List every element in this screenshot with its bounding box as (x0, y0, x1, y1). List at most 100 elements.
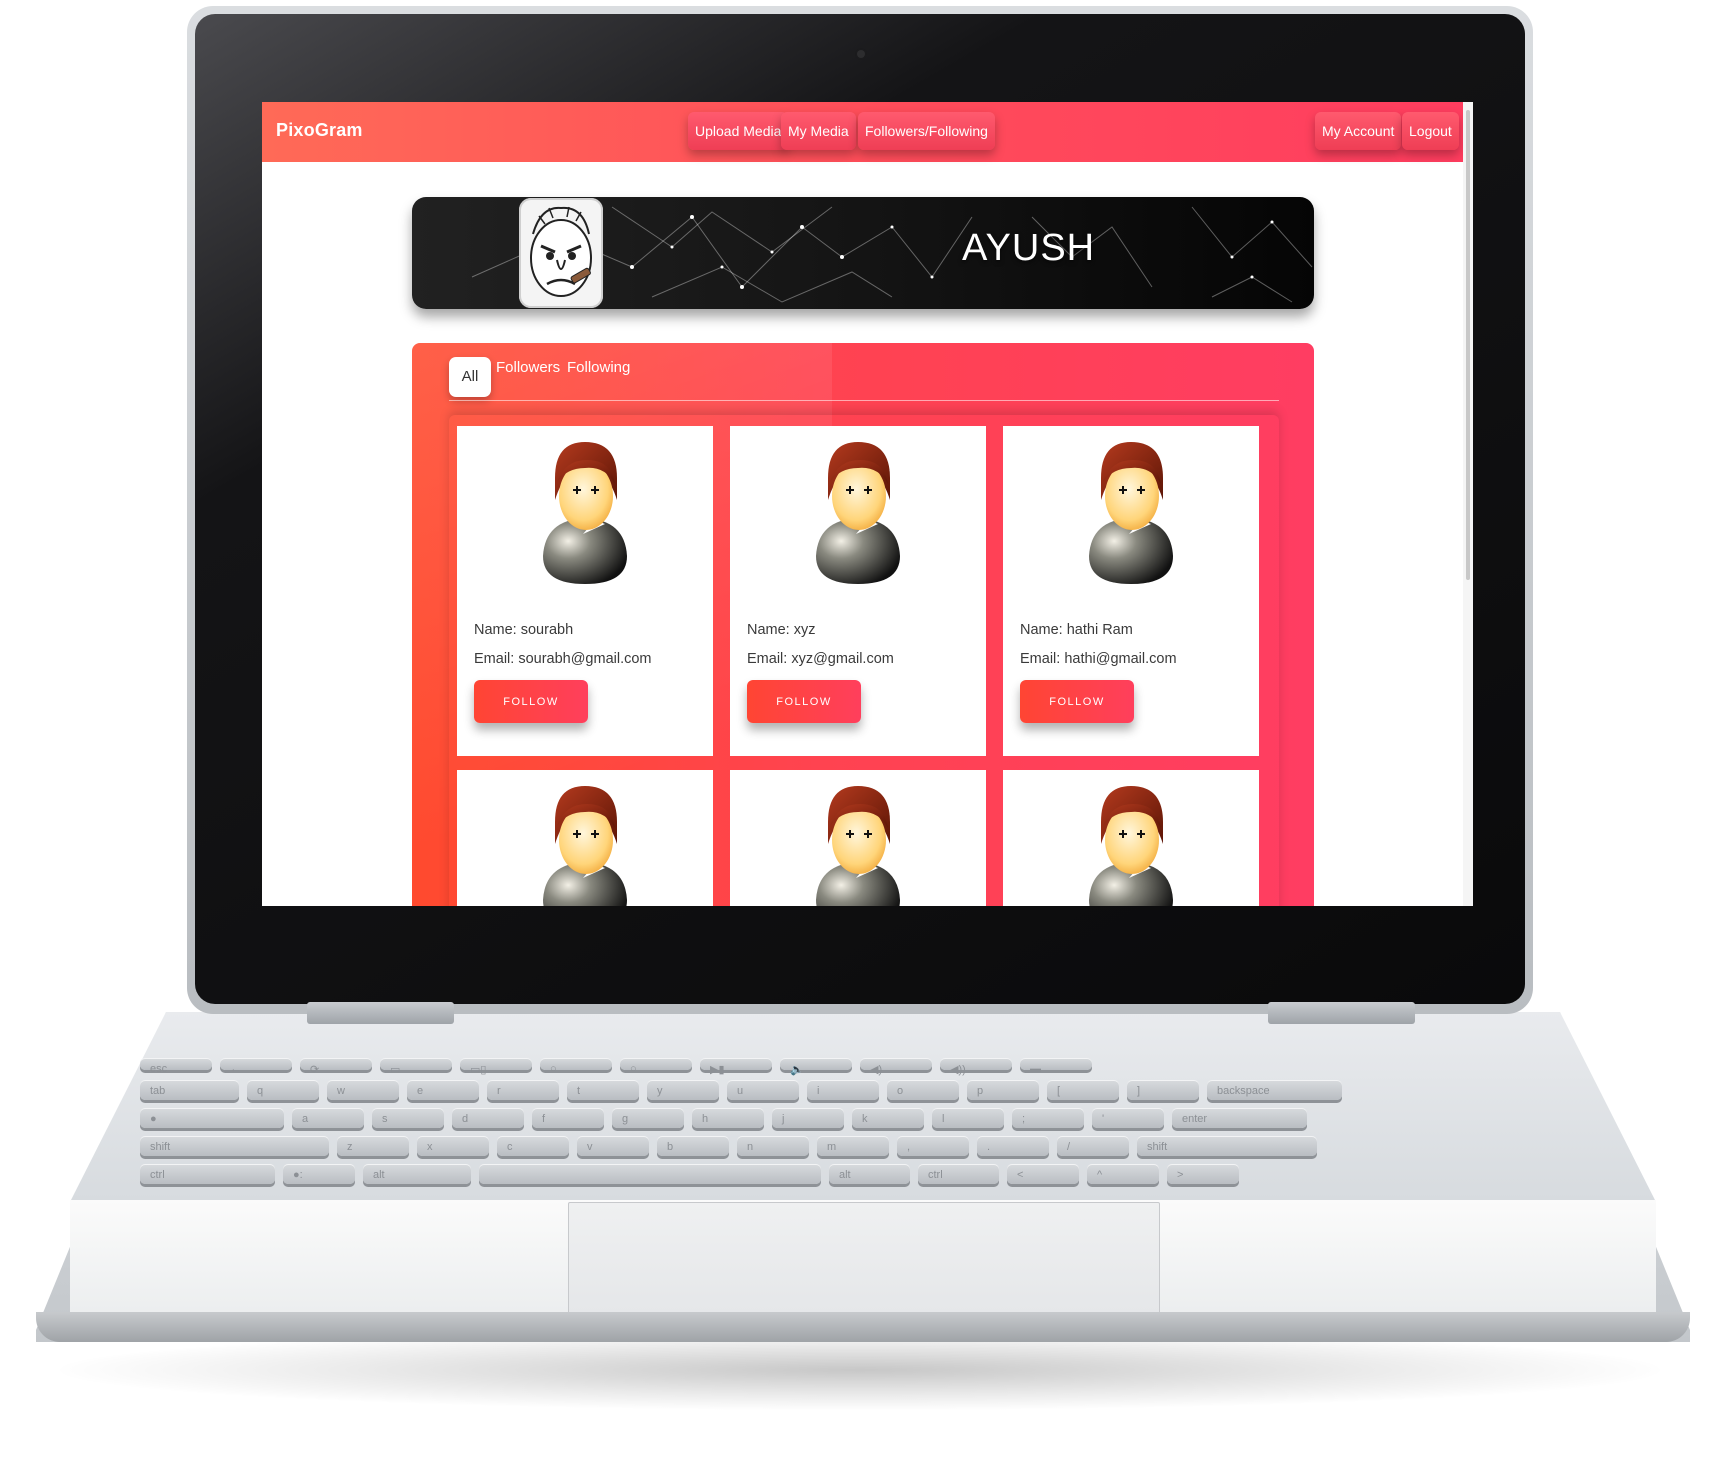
my-account-button[interactable]: My Account (1315, 112, 1402, 150)
user-card: Name: sourabh Email: sourabh@gmail.com F… (457, 426, 713, 756)
scrollbar-thumb[interactable] (1466, 110, 1470, 580)
keyboard-key[interactable]: esc (140, 1058, 212, 1075)
keyboard-key[interactable]: l (932, 1108, 1004, 1128)
keyboard-key[interactable] (479, 1164, 821, 1184)
tab-all[interactable]: All (449, 357, 491, 397)
keyboard-key[interactable]: o (887, 1080, 959, 1100)
keyboard-key[interactable]: e (407, 1080, 479, 1100)
user-avatar-icon (808, 438, 908, 586)
user-card (1003, 770, 1259, 906)
keyboard-key[interactable]: 🔈 (780, 1058, 852, 1076)
keyboard-key[interactable]: i (807, 1080, 879, 1100)
keyboard-key[interactable]: ◀)) (940, 1058, 1012, 1076)
keyboard-key[interactable]: ctrl (140, 1164, 275, 1184)
keyboard-key[interactable]: u (727, 1080, 799, 1100)
keyboard-key[interactable]: enter (1172, 1108, 1307, 1128)
user-card (457, 770, 713, 906)
keyboard-key[interactable]: ○ (620, 1058, 692, 1075)
keyboard-key[interactable]: h (692, 1108, 764, 1128)
keyboard-key[interactable]: ' (1092, 1108, 1164, 1128)
trackpad[interactable] (568, 1202, 1160, 1314)
keyboard-key[interactable]: ] (1127, 1080, 1199, 1100)
user-avatar-icon (535, 438, 635, 586)
keyboard-key[interactable]: r (487, 1080, 559, 1100)
follow-button[interactable]: FOLLOW (1020, 680, 1134, 723)
keyboard-key[interactable]: z (337, 1136, 409, 1156)
keyboard-key[interactable]: s (372, 1108, 444, 1128)
page-scrollbar[interactable] (1463, 102, 1473, 906)
keyboard-key[interactable]: n (737, 1136, 809, 1156)
keyboard-key[interactable]: c (497, 1136, 569, 1156)
follow-button[interactable]: FOLLOW (747, 680, 861, 723)
keyboard-key[interactable]: q (247, 1080, 319, 1100)
user-card: Name: hathi Ram Email: hathi@gmail.com F… (1003, 426, 1259, 756)
profile-avatar[interactable] (519, 198, 603, 308)
keyboard-key[interactable]: ; (1012, 1108, 1084, 1128)
keyboard-key[interactable]: [ (1047, 1080, 1119, 1100)
keyboard-key[interactable]: / (1057, 1136, 1129, 1156)
keyboard-key[interactable]: ▬ (1020, 1058, 1092, 1075)
keyboard-key[interactable]: k (852, 1108, 924, 1128)
user-avatar-icon (1081, 438, 1181, 586)
keyboard-key[interactable]: shift (140, 1136, 329, 1156)
followers-following-button[interactable]: Followers/Following (858, 112, 995, 150)
keyboard-key[interactable]: backspace (1207, 1080, 1342, 1100)
logout-button[interactable]: Logout (1402, 112, 1459, 150)
keyboard-key[interactable]: v (577, 1136, 649, 1156)
keyboard-key[interactable]: ● (140, 1108, 284, 1128)
keyboard-key[interactable]: ^ (1087, 1164, 1159, 1184)
tab-followers[interactable]: Followers (496, 348, 560, 388)
keyboard-key[interactable]: < (1007, 1164, 1079, 1184)
keyboard-key[interactable]: ○ (540, 1058, 612, 1075)
keyboard-key[interactable]: a (292, 1108, 364, 1128)
user-avatar-icon (1081, 782, 1181, 906)
keyboard-key[interactable]: m (817, 1136, 889, 1156)
keyboard-key[interactable]: t (567, 1080, 639, 1100)
keyboard-key[interactable]: x (417, 1136, 489, 1156)
keyboard-key[interactable]: . (977, 1136, 1049, 1156)
user-name: Name: hathi Ram (1020, 622, 1133, 638)
user-card (730, 770, 986, 906)
keyboard-key[interactable]: ▶▮ (700, 1058, 772, 1076)
tab-following[interactable]: Following (567, 348, 630, 388)
keyboard-key[interactable]: tab (140, 1080, 239, 1100)
profile-name: AYUSH (962, 227, 1096, 269)
keyboard-key[interactable]: p (967, 1080, 1039, 1100)
keyboard-key[interactable]: ▭▯ (460, 1058, 532, 1076)
keyboard-key[interactable]: b (657, 1136, 729, 1156)
keyboard-key[interactable]: ▭ (380, 1058, 452, 1076)
keyboard-key[interactable]: f (532, 1108, 604, 1128)
keyboard-key[interactable]: alt (829, 1164, 910, 1184)
keyboard-key[interactable]: g (612, 1108, 684, 1128)
browser-viewport: PixoGram Upload Media My Media Followers… (262, 102, 1473, 906)
followers-panel: All Followers Following Name: sourabh Em… (412, 343, 1314, 906)
keyboard-key[interactable]: w (327, 1080, 399, 1100)
follow-button[interactable]: FOLLOW (474, 680, 588, 723)
keyboard: esc ← ⟳ ▭ ▭▯ ○ ○ ▶▮ 🔈 ◀) ◀)) ▬ tab q w e r t y u i o p [] backsp… (140, 1058, 1610, 1198)
user-card: Name: xyz Email: xyz@gmail.com FOLLOW (730, 426, 986, 756)
tab-divider (449, 400, 1279, 401)
keyboard-key[interactable]: ⟳ (300, 1058, 372, 1076)
keyboard-key[interactable]: , (897, 1136, 969, 1156)
user-name: Name: xyz (747, 622, 816, 638)
user-cards-grid: Name: sourabh Email: sourabh@gmail.com F… (449, 415, 1279, 906)
webcam-icon (857, 50, 865, 58)
brand-logo[interactable]: PixoGram (276, 120, 363, 141)
keyboard-key[interactable]: ●: (283, 1164, 355, 1184)
user-avatar-icon (535, 782, 635, 906)
upload-media-button[interactable]: Upload Media (688, 112, 789, 150)
user-avatar-icon (808, 782, 908, 906)
keyboard-key[interactable]: > (1167, 1164, 1239, 1184)
keyboard-key[interactable]: ◀) (860, 1058, 932, 1076)
laptop-shadow (60, 1330, 1660, 1410)
keyboard-key[interactable]: ← (220, 1058, 292, 1075)
laptop-front-edge (36, 1312, 1690, 1342)
my-media-button[interactable]: My Media (781, 112, 856, 150)
navbar: PixoGram Upload Media My Media Followers… (262, 102, 1464, 162)
keyboard-key[interactable]: d (452, 1108, 524, 1128)
keyboard-key[interactable]: y (647, 1080, 719, 1100)
keyboard-key[interactable]: j (772, 1108, 844, 1128)
keyboard-key[interactable]: shift (1137, 1136, 1317, 1156)
keyboard-key[interactable]: alt (363, 1164, 471, 1184)
keyboard-key[interactable]: ctrl (918, 1164, 999, 1184)
